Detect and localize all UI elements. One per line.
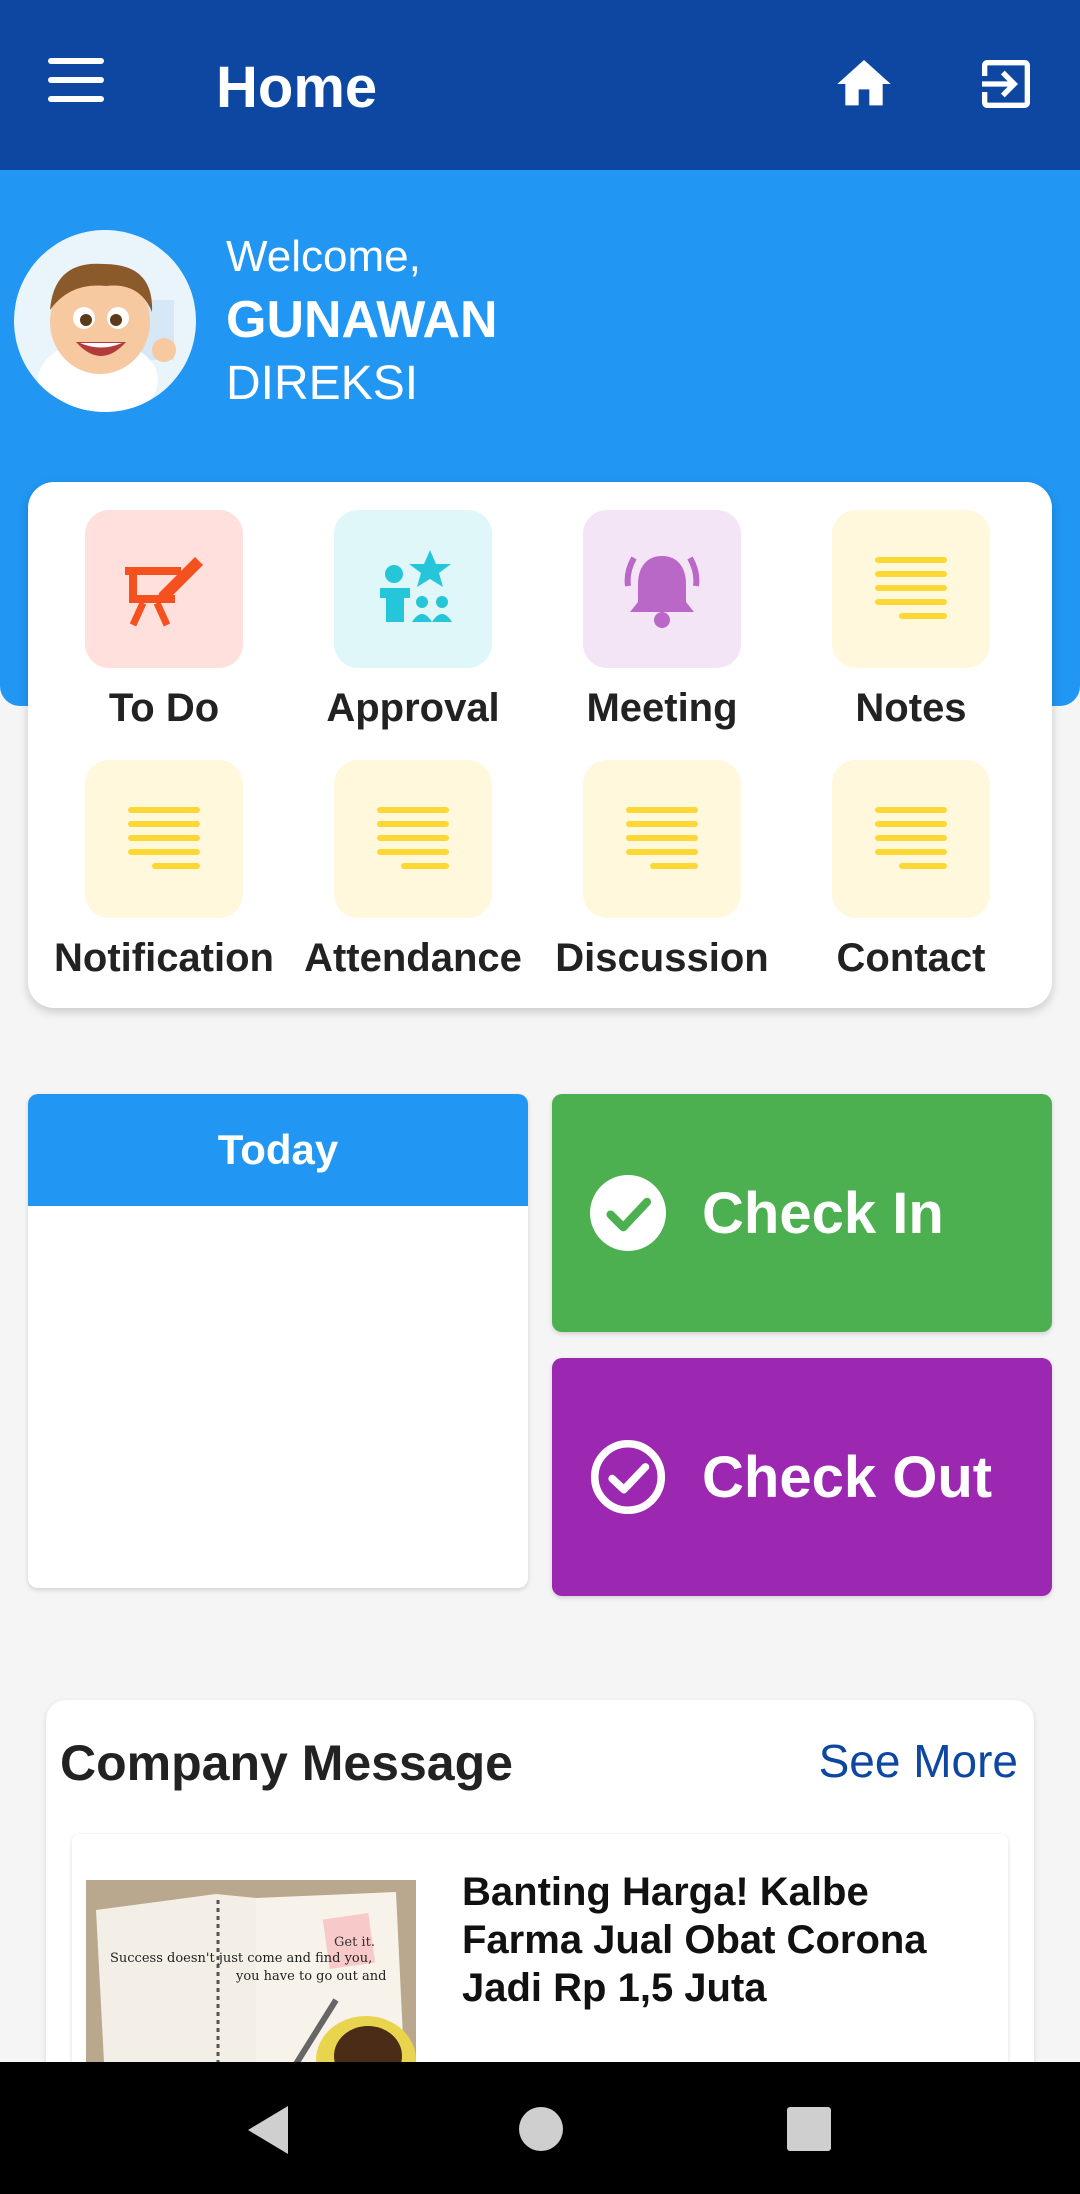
notes-icon	[832, 510, 990, 668]
company-message-title: Company Message	[60, 1735, 513, 1791]
thumb-note-1: Success doesn't just come and find you,	[110, 1951, 372, 1966]
page-title: Home	[216, 55, 378, 120]
notes-icon	[85, 760, 243, 918]
check-circle-outline-icon	[590, 1439, 666, 1515]
welcome-greeting: Welcome,	[226, 232, 421, 281]
menu-item-notes[interactable]: Notes	[791, 510, 1031, 731]
menu-item-approval[interactable]: Approval	[293, 510, 533, 731]
menu-label: Meeting	[586, 686, 738, 730]
check-in-label: Check In	[702, 1180, 944, 1246]
recents-icon[interactable]	[786, 2106, 832, 2152]
menu-item-notification[interactable]: Notification	[44, 760, 284, 981]
menu-label: Attendance	[304, 936, 522, 980]
menu-item-meeting[interactable]: Meeting	[542, 510, 782, 731]
app-bar: Home	[0, 0, 1080, 170]
check-out-button[interactable]: Check Out	[552, 1358, 1052, 1596]
notes-icon	[583, 760, 741, 918]
notes-icon	[334, 760, 492, 918]
check-out-label: Check Out	[702, 1444, 993, 1510]
user-name: GUNAWAN	[226, 291, 498, 349]
today-header: Today	[28, 1094, 528, 1206]
menu-label: Approval	[326, 686, 500, 730]
news-headline: Banting Harga! Kalbe Farma Jual Obat Cor…	[462, 1870, 927, 2010]
presentation-icon	[85, 510, 243, 668]
menu-item-contact[interactable]: Contact	[791, 760, 1031, 981]
menu-label: To Do	[108, 686, 220, 730]
notes-icon	[832, 760, 990, 918]
avatar[interactable]	[14, 230, 196, 412]
check-in-button[interactable]: Check In	[552, 1094, 1052, 1332]
approval-icon	[334, 510, 492, 668]
menu-label: Notes	[855, 686, 967, 730]
welcome-block: Welcome, GUNAWAN DIREKSI	[226, 232, 498, 411]
menu-item-attendance[interactable]: Attendance	[293, 760, 533, 981]
menu-item-discussion[interactable]: Discussion	[542, 760, 782, 981]
home-icon[interactable]	[830, 52, 898, 116]
company-message-card: Company Message See More Get it. Success…	[46, 1700, 1034, 2134]
user-role: DIREKSI	[226, 357, 419, 410]
back-icon[interactable]	[244, 2104, 292, 2156]
menu-icon[interactable]	[48, 58, 120, 114]
logout-icon[interactable]	[974, 52, 1038, 116]
menu-label: Notification	[54, 936, 274, 980]
menu-label: Discussion	[555, 936, 769, 980]
see-more-link[interactable]: See More	[819, 1734, 1018, 1788]
thumb-note-2: you have to go out and	[235, 1969, 386, 1984]
menu-item-todo[interactable]: To Do	[44, 510, 284, 731]
system-nav-bar	[0, 2062, 1080, 2194]
today-panel: Today	[28, 1094, 528, 1588]
check-circle-icon	[590, 1175, 666, 1251]
home-nav-icon[interactable]	[518, 2106, 564, 2152]
thumb-note-3: Get it.	[334, 1935, 375, 1950]
bell-icon	[583, 510, 741, 668]
menu-label: Contact	[836, 936, 986, 980]
menu-grid: To Do Approval Meeting Notes Notificatio…	[28, 482, 1052, 1008]
